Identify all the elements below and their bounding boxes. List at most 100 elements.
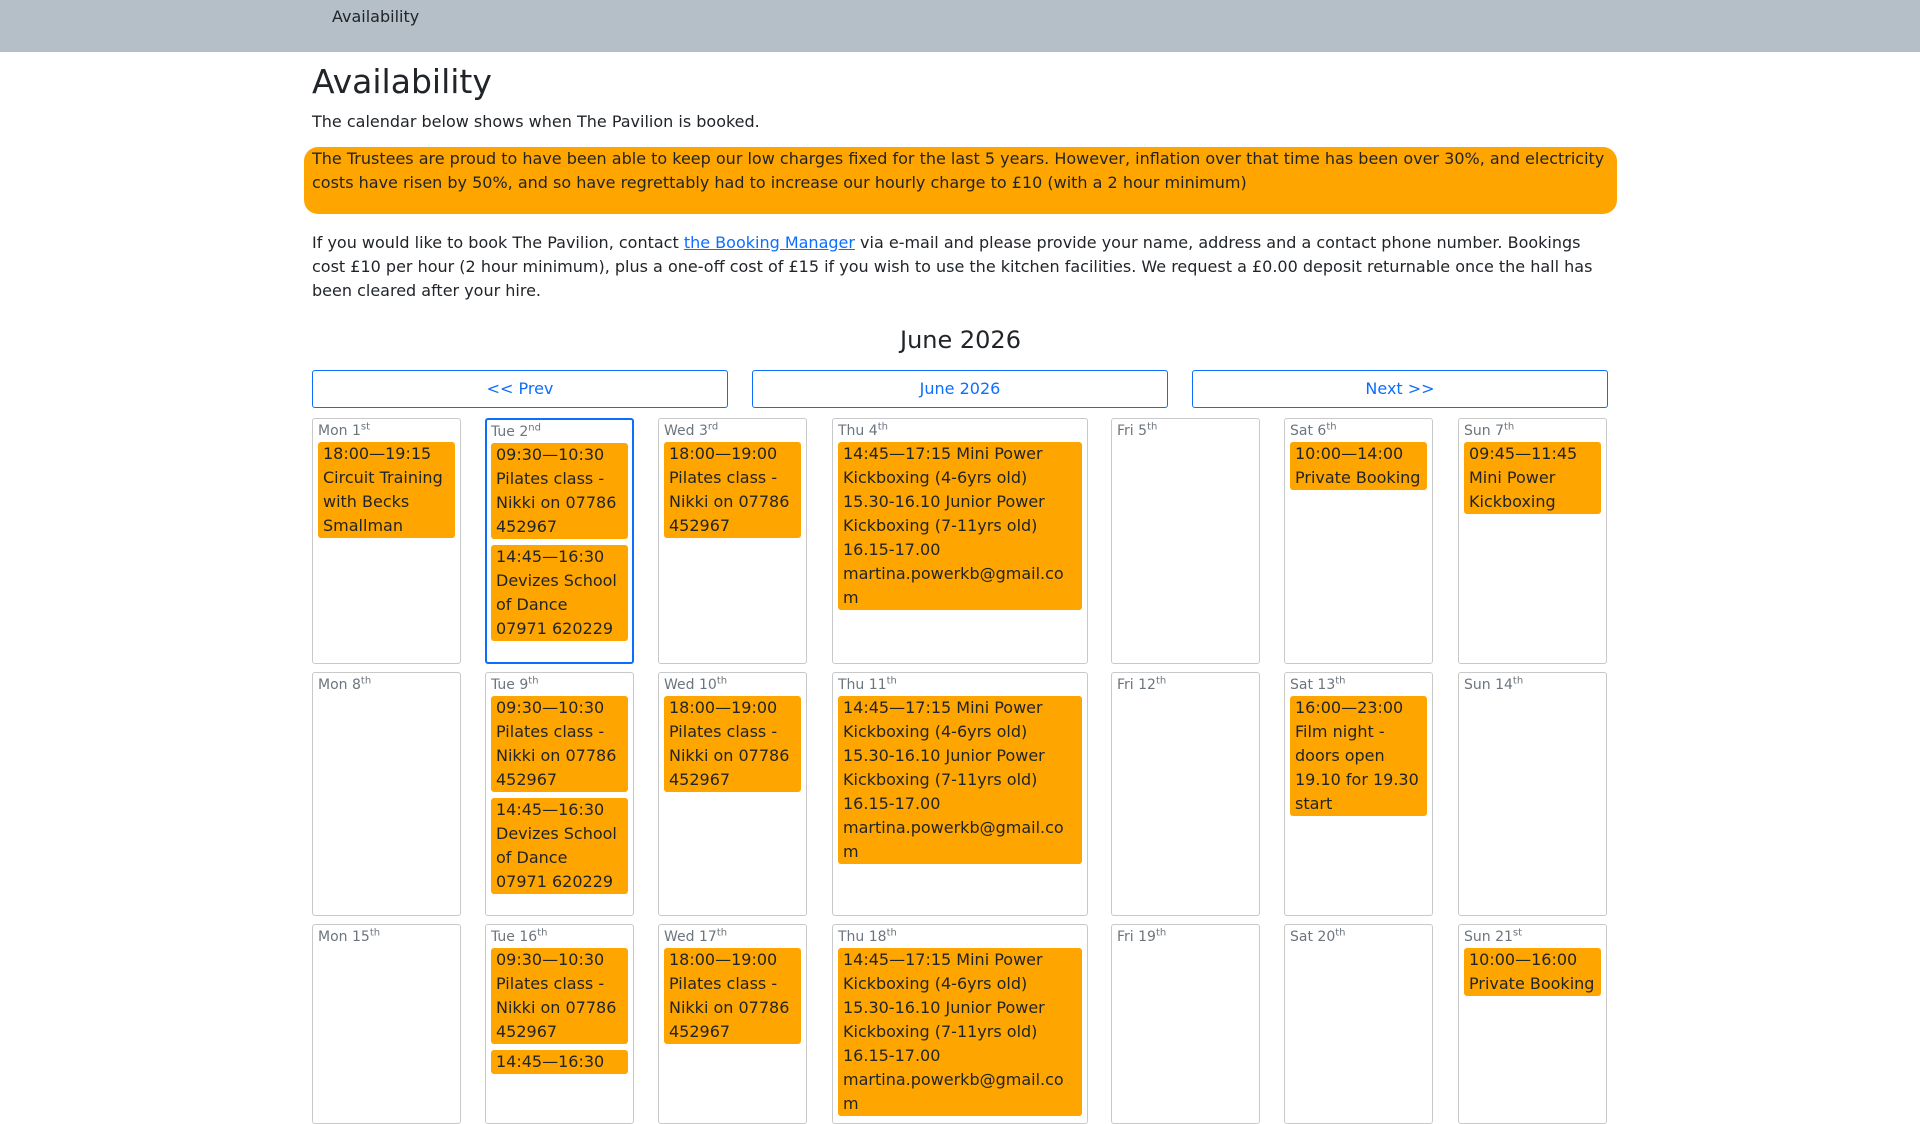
calendar-day[interactable]: Sat 13th 16:00—23:00 Film night - doors o…	[1284, 672, 1433, 916]
calendar-day[interactable]: Fri 19th	[1111, 924, 1260, 1124]
calendar-day[interactable]: Sun 7th 09:45—11:45 Mini Power Kickboxing	[1458, 418, 1607, 664]
calendar-day[interactable]: Thu 11th 14:45—17:15 Mini Power Kickboxin…	[832, 672, 1088, 916]
day-label: Thu 18th	[838, 928, 1082, 946]
calendar-nav: << Prev June 2026 Next >>	[312, 369, 1609, 408]
day-name: Fri	[1117, 929, 1134, 945]
day-name: Thu	[838, 929, 865, 945]
booking-event[interactable]: 18:00—19:15 Circuit Training with Becks …	[318, 442, 455, 538]
day-number: 11	[868, 677, 887, 693]
month-title: June 2026	[900, 325, 1021, 354]
booking-event[interactable]: 14:45—16:30 Devizes School of Dance 0797…	[491, 798, 628, 894]
booking-event[interactable]: 10:00—16:00 Private Booking	[1464, 948, 1601, 996]
page-title: Availability	[312, 62, 492, 101]
booking-event[interactable]: 18:00—19:00 Pilates class - Nikki on 077…	[664, 696, 801, 792]
day-name: Mon	[318, 423, 348, 439]
day-label: Tue 16th	[491, 928, 628, 946]
calendar-day[interactable]: Mon 15th	[312, 924, 461, 1124]
day-suffix: th	[369, 927, 381, 939]
day-label: Fri 12th	[1117, 676, 1254, 694]
calendar-day[interactable]: Mon 8th	[312, 672, 461, 916]
day-number: 15	[351, 929, 370, 945]
day-number: 13	[1317, 677, 1336, 693]
day-suffix: th	[1504, 421, 1515, 433]
day-name: Sun	[1464, 423, 1491, 439]
calendar-day[interactable]: Wed 10th 18:00—19:00 Pilates class - Nikk…	[658, 672, 807, 916]
calendar-day[interactable]: Tue 2nd 09:30—10:30 Pilates class - Nikki…	[485, 418, 634, 664]
day-suffix: th	[716, 675, 728, 687]
booking-event[interactable]: 09:30—10:30 Pilates class - Nikki on 077…	[491, 696, 628, 792]
calendar-day[interactable]: Thu 4th 14:45—17:15 Mini Power Kickboxing…	[832, 418, 1088, 664]
day-number: 10	[698, 677, 717, 693]
booking-event[interactable]: 09:30—10:30 Pilates class - Nikki on 077…	[491, 948, 628, 1044]
day-label: Wed 17th	[664, 928, 801, 946]
day-suffix: nd	[528, 422, 541, 434]
day-label: Sun 7th	[1464, 422, 1601, 440]
top-navbar: Availability	[0, 0, 1920, 52]
day-label: Sat 13th	[1290, 676, 1427, 694]
booking-info: If you would like to book The Pavilion, …	[312, 231, 1609, 303]
price-notice: The Trustees are proud to have been able…	[304, 146, 1617, 214]
day-suffix: th	[1155, 927, 1167, 939]
day-label: Sat 20th	[1290, 928, 1427, 946]
day-name: Thu	[838, 677, 865, 693]
day-label: Mon 8th	[318, 676, 455, 694]
calendar-day[interactable]: Fri 5th	[1111, 418, 1260, 664]
calendar-day[interactable]: Sun 21st 10:00—16:00 Private Booking	[1458, 924, 1607, 1124]
prev-month-button[interactable]: << Prev	[312, 369, 728, 408]
booking-event[interactable]: 14:45—16:30	[491, 1050, 628, 1074]
calendar-day[interactable]: Wed 17th 18:00—19:00 Pilates class - Nikk…	[658, 924, 807, 1124]
calendar-day[interactable]: Tue 16th 09:30—10:30 Pilates class - Nikk…	[485, 924, 634, 1124]
booking-event[interactable]: 14:45—16:30 Devizes School of Dance 0797…	[491, 545, 628, 641]
day-name: Sat	[1290, 677, 1313, 693]
day-label: Mon 15th	[318, 928, 455, 946]
day-suffix: st	[1512, 927, 1523, 939]
calendar-day[interactable]: Sat 20th	[1284, 924, 1433, 1124]
day-label: Sun 21st	[1464, 928, 1601, 946]
calendar-day[interactable]: Thu 18th 14:45—17:15 Mini Power Kickboxin…	[832, 924, 1088, 1124]
day-name: Sat	[1290, 929, 1313, 945]
calendar-day[interactable]: Tue 9th 09:30—10:30 Pilates class - Nikki…	[485, 672, 634, 916]
day-suffix: th	[1326, 421, 1337, 433]
day-number: 6	[1317, 423, 1327, 439]
day-name: Wed	[664, 929, 695, 945]
calendar-day[interactable]: Sun 14th	[1458, 672, 1607, 916]
day-name: Thu	[838, 423, 865, 439]
booking-event[interactable]: 18:00—19:00 Pilates class - Nikki on 077…	[664, 948, 801, 1044]
day-label: Wed 3rd	[664, 422, 801, 440]
booking-event[interactable]: 09:30—10:30 Pilates class - Nikki on 077…	[491, 443, 628, 539]
day-number: 16	[519, 929, 538, 945]
day-name: Tue	[491, 424, 515, 440]
day-label: Thu 11th	[838, 676, 1082, 694]
day-number: 18	[868, 929, 887, 945]
booking-event[interactable]: 10:00—14:00 Private Booking	[1290, 442, 1427, 490]
day-suffix: th	[1512, 675, 1524, 687]
next-month-button[interactable]: Next >>	[1192, 369, 1608, 408]
calendar-day[interactable]: Mon 1st 18:00—19:15 Circuit Training with…	[312, 418, 461, 664]
day-label: Wed 10th	[664, 676, 801, 694]
booking-event[interactable]: 14:45—17:15 Mini Power Kickboxing (4-6yr…	[838, 442, 1082, 610]
calendar-day[interactable]: Wed 3rd 18:00—19:00 Pilates class - Nikki…	[658, 418, 807, 664]
day-suffix: th	[1335, 675, 1346, 687]
day-label: Tue 2nd	[491, 423, 628, 441]
day-number: 21	[1495, 929, 1513, 945]
booking-info-prefix: If you would like to book The Pavilion, …	[312, 232, 684, 252]
day-name: Fri	[1117, 423, 1134, 439]
booking-event[interactable]: 14:45—17:15 Mini Power Kickboxing (4-6yr…	[838, 948, 1082, 1116]
booking-event[interactable]: 18:00—19:00 Pilates class - Nikki on 077…	[664, 442, 801, 538]
booking-manager-link[interactable]: the Booking Manager	[684, 233, 855, 252]
day-number: 8	[351, 677, 361, 693]
booking-event[interactable]: 16:00—23:00 Film night - doors open 19.1…	[1290, 696, 1427, 816]
day-name: Wed	[664, 423, 695, 439]
booking-event[interactable]: 14:45—17:15 Mini Power Kickboxing (4-6yr…	[838, 696, 1082, 864]
day-number: 17	[698, 929, 717, 945]
calendar-day[interactable]: Sat 6th 10:00—14:00 Private Booking	[1284, 418, 1433, 664]
day-suffix: th	[1147, 421, 1158, 433]
day-label: Fri 5th	[1117, 422, 1254, 440]
day-suffix: th	[886, 927, 897, 939]
day-suffix: th	[1155, 675, 1167, 687]
nav-item-availability[interactable]: Availability	[332, 7, 419, 26]
current-month-button[interactable]: June 2026	[752, 369, 1168, 408]
day-label: Fri 19th	[1117, 928, 1254, 946]
calendar-day[interactable]: Fri 12th	[1111, 672, 1260, 916]
booking-event[interactable]: 09:45—11:45 Mini Power Kickboxing	[1464, 442, 1601, 514]
